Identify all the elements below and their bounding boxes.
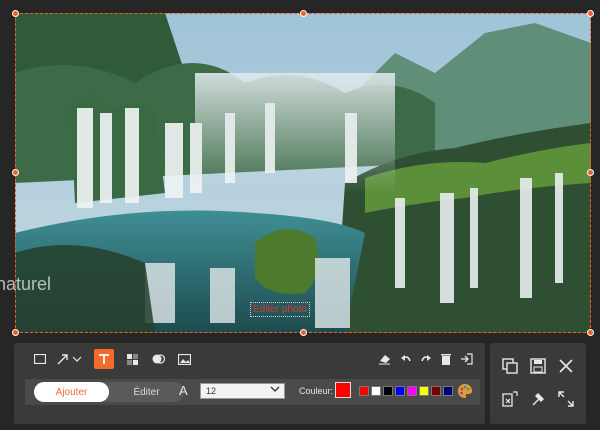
text-annotation[interactable]: Editer photo <box>250 302 310 317</box>
fullscreen-icon[interactable] <box>556 389 576 409</box>
pen-icon[interactable] <box>528 389 548 409</box>
save-icon[interactable] <box>528 356 548 376</box>
trash-icon[interactable] <box>436 349 456 369</box>
resize-handle-bottom-right[interactable] <box>587 329 594 336</box>
font-icon: A <box>179 383 188 398</box>
mosaic-icon[interactable] <box>122 349 142 369</box>
color-swatch-black[interactable] <box>383 386 393 396</box>
action-panel <box>490 343 586 424</box>
rectangle-icon[interactable] <box>30 349 50 369</box>
mode-switch: Ajouter Éditer <box>34 382 184 402</box>
resize-handle-right[interactable] <box>587 169 594 176</box>
tab-editer[interactable]: Éditer <box>109 382 184 402</box>
pin-icon[interactable] <box>500 389 520 409</box>
resize-handle-top[interactable] <box>300 10 307 17</box>
color-swatch-magenta[interactable] <box>407 386 417 396</box>
current-color-swatch[interactable] <box>335 382 351 398</box>
color-swatch-blue[interactable] <box>395 386 405 396</box>
color-swatch-dark-red[interactable] <box>431 386 441 396</box>
arrow-icon[interactable] <box>54 349 86 369</box>
resize-handle-bottom[interactable] <box>300 329 307 336</box>
eraser-icon[interactable] <box>374 349 394 369</box>
font-size-value: 12 <box>206 386 217 396</box>
color-swatch-white[interactable] <box>371 386 381 396</box>
color-swatch-yellow[interactable] <box>419 386 429 396</box>
blur-icon[interactable] <box>148 349 168 369</box>
resize-handle-bottom-left[interactable] <box>12 329 19 336</box>
tool-row <box>14 343 485 376</box>
text-icon[interactable] <box>94 349 114 369</box>
background-caption-text: naturel <box>0 274 52 294</box>
image-icon[interactable] <box>174 349 194 369</box>
selection-border[interactable] <box>15 13 591 333</box>
close-icon[interactable] <box>556 356 576 376</box>
resize-handle-left[interactable] <box>12 169 19 176</box>
color-swatch-navy[interactable] <box>443 386 453 396</box>
editing-toolbar: Ajouter Éditer A 12 Couleur: <box>14 343 485 424</box>
redo-icon[interactable] <box>416 349 436 369</box>
resize-handle-top-left[interactable] <box>12 10 19 17</box>
export-icon[interactable] <box>456 349 476 369</box>
palette-icon[interactable] <box>457 383 473 399</box>
chevron-down-icon <box>270 385 280 395</box>
color-swatch-red[interactable] <box>359 386 369 396</box>
color-label: Couleur: <box>299 386 334 396</box>
undo-icon[interactable] <box>396 349 416 369</box>
font-size-select[interactable]: 12 <box>200 383 285 399</box>
resize-handle-top-right[interactable] <box>587 10 594 17</box>
tab-ajouter[interactable]: Ajouter <box>34 382 109 402</box>
text-options-row: Ajouter Éditer A 12 Couleur: <box>25 379 480 405</box>
copy-icon[interactable] <box>500 356 520 376</box>
